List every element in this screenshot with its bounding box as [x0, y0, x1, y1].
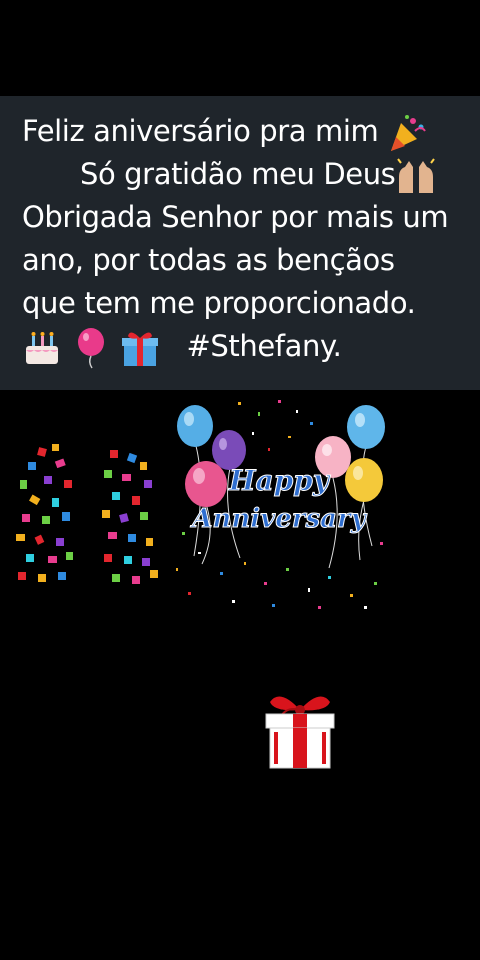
happy-anniversary-sticker: Happy Anniversary: [168, 392, 390, 618]
anniversary-text: Anniversary: [192, 504, 367, 535]
party-popper-icon: [391, 115, 426, 151]
caption-line-3: Obrigada Senhor por mais um: [22, 200, 449, 234]
caption-box: Feliz aniversário pra mim Só gratidão me…: [0, 96, 480, 390]
happy-text: Happy: [228, 464, 330, 498]
number-confetti-sticker: [16, 444, 158, 584]
hashtag-sthefany[interactable]: #Sthefany.: [186, 329, 341, 363]
caption-line-1: Feliz aniversário pra mim: [22, 110, 480, 153]
story-canvas: Feliz aniversário pra mim Só gratidão me…: [0, 0, 480, 960]
caption-line-2: Só gratidão meu Deus: [22, 153, 480, 196]
balloon-icon: [77, 328, 104, 369]
raising-hands-icon: [397, 158, 436, 193]
caption-line-2-text: Só gratidão meu Deus: [80, 157, 396, 191]
caption-line-4: ano, por todas as bençãos: [22, 243, 395, 277]
caption-line-6: #Sthefany.: [22, 325, 480, 369]
caption-line-5: que tem me proporcionado.: [22, 286, 416, 320]
wrapped-gift-icon: [121, 332, 158, 366]
birthday-cake-icon: [26, 332, 58, 364]
caption-line-1-text: Feliz aniversário pra mim: [22, 114, 379, 148]
gift-box-sticker: [265, 696, 335, 769]
